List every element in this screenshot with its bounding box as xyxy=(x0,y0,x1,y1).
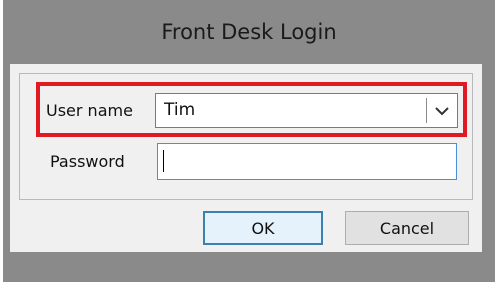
cancel-button[interactable]: Cancel xyxy=(345,211,469,245)
password-field[interactable] xyxy=(157,143,457,180)
title-bar: Front Desk Login xyxy=(3,0,495,64)
username-label: User name xyxy=(46,101,133,120)
username-combobox[interactable]: Tim xyxy=(155,93,458,128)
combo-separator xyxy=(426,98,427,123)
chevron-down-icon[interactable] xyxy=(433,103,451,119)
text-caret xyxy=(163,150,164,172)
ok-button[interactable]: OK xyxy=(203,211,323,245)
username-value: Tim xyxy=(164,100,196,120)
password-label: Password xyxy=(50,152,125,171)
dialog-title: Front Desk Login xyxy=(161,20,337,44)
